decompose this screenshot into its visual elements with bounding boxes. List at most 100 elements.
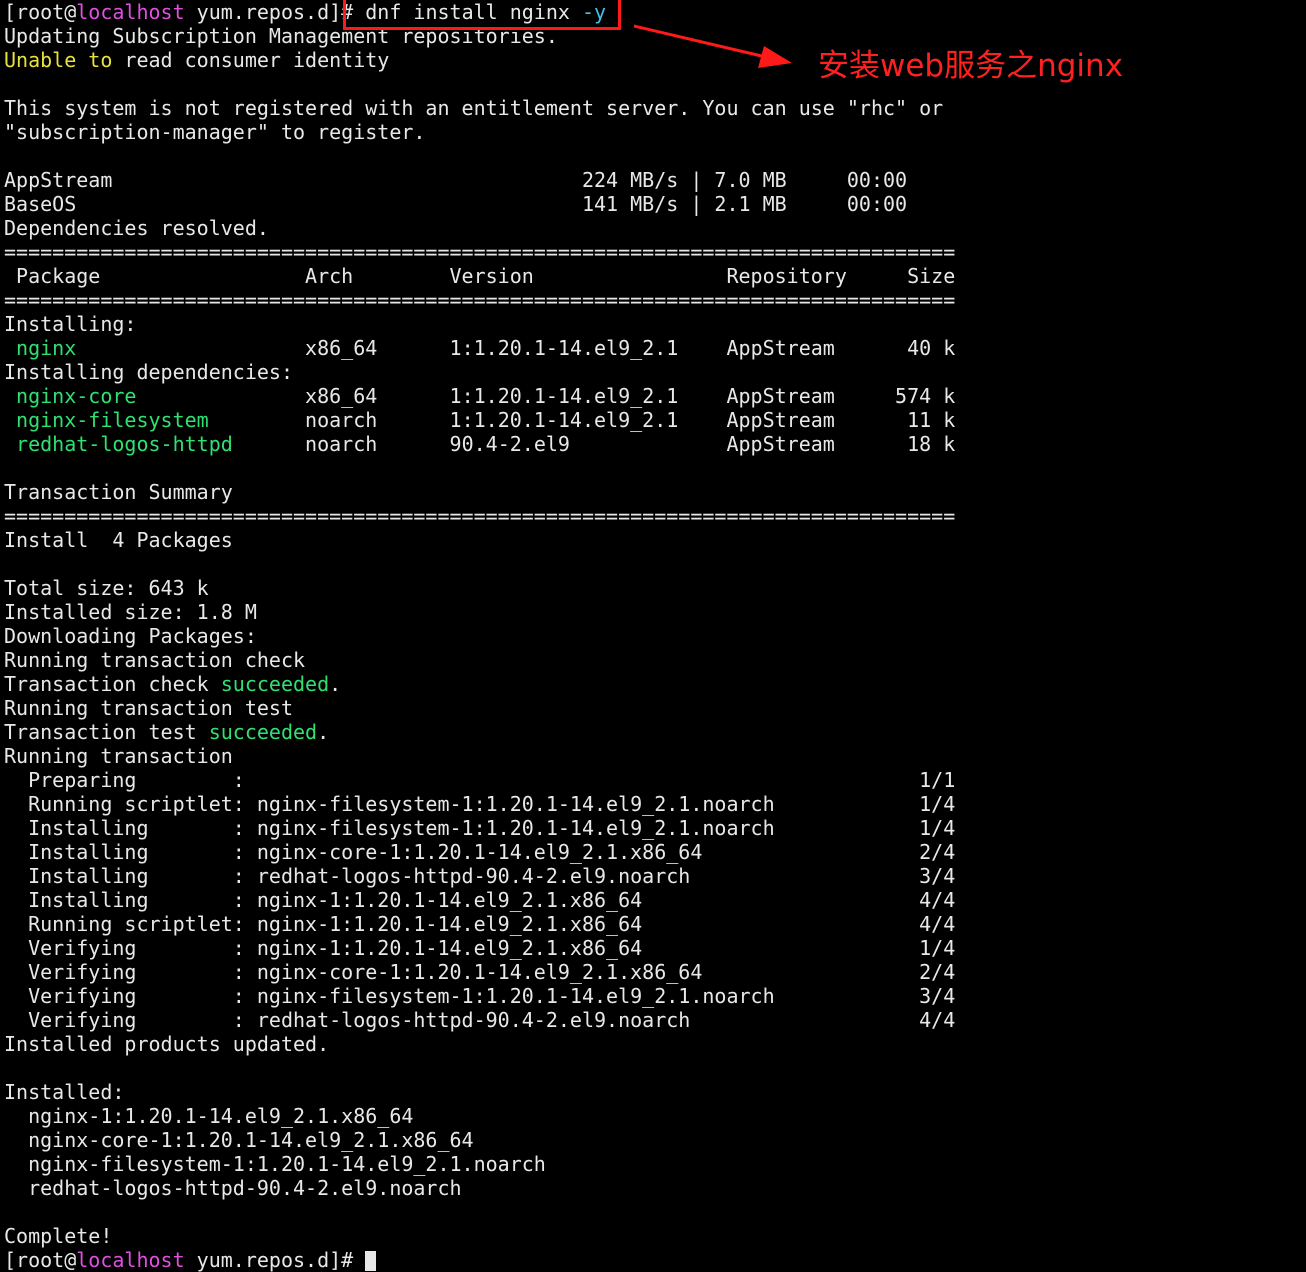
command-highlight-box	[343, 0, 621, 30]
terminal-line: Package Arch Version Repository Size	[4, 264, 955, 288]
terminal-text: Running transaction test	[4, 696, 293, 720]
terminal-text: nginx-filesystem-1:1.20.1-14.el9_2.1.noa…	[4, 1152, 546, 1176]
terminal-text: redhat-logos-httpd-90.4-2.el9.noarch	[4, 1176, 462, 1200]
terminal-line: Installing : nginx-core-1:1.20.1-14.el9_…	[4, 840, 955, 864]
terminal-text: ========================================…	[4, 288, 956, 312]
terminal-line: Verifying : nginx-filesystem-1:1.20.1-14…	[4, 984, 955, 1008]
terminal-line: Transaction test succeeded.	[4, 720, 955, 744]
terminal-text: localhost	[76, 0, 185, 24]
terminal-text: Verifying : nginx-1:1.20.1-14.el9_2.1.x8…	[4, 936, 956, 960]
terminal-text: Running transaction check	[4, 648, 306, 672]
terminal-text: Installing:	[4, 312, 137, 336]
terminal-line: Running scriptlet: nginx-1:1.20.1-14.el9…	[4, 912, 955, 936]
terminal-text: x86_64 1:1.20.1-14.el9_2.1 AppStream 574…	[136, 384, 956, 408]
terminal-text: "subscription-manager" to register.	[4, 120, 426, 144]
terminal-line: ========================================…	[4, 288, 955, 312]
terminal-text: noarch 90.4-2.el9 AppStream 18 k	[232, 432, 956, 456]
terminal-line: Downloading Packages:	[4, 624, 955, 648]
terminal-text: nginx	[16, 336, 77, 360]
terminal-text: Installed:	[4, 1080, 125, 1104]
terminal-text: nginx-core	[16, 384, 137, 408]
terminal-line: redhat-logos-httpd noarch 90.4-2.el9 App…	[4, 432, 955, 456]
terminal-text: Complete!	[4, 1224, 113, 1248]
terminal-text: Verifying : nginx-filesystem-1:1.20.1-14…	[4, 984, 956, 1008]
annotation-label: 安装web服务之nginx	[818, 48, 1124, 84]
terminal-text: .	[317, 720, 330, 744]
terminal-text: Installing : nginx-1:1.20.1-14.el9_2.1.x…	[4, 888, 956, 912]
terminal-text: Running transaction	[4, 744, 233, 768]
terminal-text: Verifying : nginx-core-1:1.20.1-14.el9_2…	[4, 960, 956, 984]
terminal-text: redhat-logos-httpd	[16, 432, 233, 456]
terminal-text: Downloading Packages:	[4, 624, 257, 648]
terminal-line: Running scriptlet: nginx-filesystem-1:1.…	[4, 792, 955, 816]
terminal-line: Transaction Summary	[4, 480, 955, 504]
terminal-text: Transaction Summary	[4, 480, 233, 504]
terminal-line: nginx-core-1:1.20.1-14.el9_2.1.x86_64	[4, 1128, 955, 1152]
terminal-text: Running scriptlet: nginx-1:1.20.1-14.el9…	[4, 912, 956, 936]
terminal-text: BaseOS 141 MB/s | 2.1 MB 00:00	[4, 192, 908, 216]
terminal-text: Installed products updated.	[4, 1032, 330, 1056]
terminal-line: Running transaction	[4, 744, 955, 768]
terminal-text: Install 4 Packages	[4, 528, 233, 552]
terminal-line: Verifying : redhat-logos-httpd-90.4-2.el…	[4, 1008, 955, 1032]
terminal-line: Installed products updated.	[4, 1032, 955, 1056]
terminal-text: [root@	[4, 1248, 77, 1272]
terminal-text: Total size: 643 k	[4, 576, 209, 600]
terminal-line: Preparing : 1/1	[4, 768, 955, 792]
terminal-line: [root@localhost yum.repos.d]#	[4, 1248, 955, 1272]
terminal-line: Installing dependencies:	[4, 360, 955, 384]
terminal-text: nginx-core-1:1.20.1-14.el9_2.1.x86_64	[4, 1128, 474, 1152]
terminal-line: Dependencies resolved.	[4, 216, 955, 240]
terminal-line: Complete!	[4, 1224, 955, 1248]
terminal-text: Verifying : redhat-logos-httpd-90.4-2.el…	[4, 1008, 956, 1032]
terminal-line: This system is not registered with an en…	[4, 96, 955, 120]
terminal-text: noarch 1:1.20.1-14.el9_2.1 AppStream 11 …	[208, 408, 956, 432]
terminal-line: nginx-filesystem noarch 1:1.20.1-14.el9_…	[4, 408, 955, 432]
terminal-text: yum.repos.d]#	[184, 1248, 366, 1272]
terminal-text: Installing : redhat-logos-httpd-90.4-2.e…	[4, 864, 956, 888]
terminal-line: "subscription-manager" to register.	[4, 120, 955, 144]
terminal-text: Running scriptlet: nginx-filesystem-1:1.…	[4, 792, 956, 816]
terminal-line: ========================================…	[4, 240, 955, 264]
terminal-line: Installing : nginx-1:1.20.1-14.el9_2.1.x…	[4, 888, 955, 912]
terminal-cursor	[365, 1251, 377, 1271]
terminal-line: Installing : redhat-logos-httpd-90.4-2.e…	[4, 864, 955, 888]
terminal-text: Transaction check	[4, 672, 221, 696]
terminal-text: x86_64 1:1.20.1-14.el9_2.1 AppStream 40 …	[76, 336, 956, 360]
terminal-text: Dependencies resolved.	[4, 216, 269, 240]
terminal-line: Total size: 643 k	[4, 576, 955, 600]
terminal-text: Unable to	[4, 48, 113, 72]
terminal-line: Running transaction test	[4, 696, 955, 720]
terminal-line: Install 4 Packages	[4, 528, 955, 552]
terminal-text: succeeded	[220, 672, 330, 696]
annotation-arrow-icon	[633, 24, 792, 68]
terminal-line: Verifying : nginx-1:1.20.1-14.el9_2.1.x8…	[4, 936, 955, 960]
terminal-line: Installed:	[4, 1080, 955, 1104]
terminal-text: [root@	[4, 0, 77, 24]
terminal-line: Installed size: 1.8 M	[4, 600, 955, 624]
terminal-line: nginx-1:1.20.1-14.el9_2.1.x86_64	[4, 1104, 955, 1128]
terminal-text: ========================================…	[4, 240, 956, 264]
terminal-text: read consumer identity	[112, 48, 390, 72]
terminal-text: Preparing : 1/1	[4, 768, 956, 792]
terminal-text: AppStream 224 MB/s | 7.0 MB 00:00	[4, 168, 908, 192]
terminal-text: Installing : nginx-core-1:1.20.1-14.el9_…	[4, 840, 956, 864]
terminal-line: AppStream 224 MB/s | 7.0 MB 00:00	[4, 168, 955, 192]
terminal-line: nginx-filesystem-1:1.20.1-14.el9_2.1.noa…	[4, 1152, 955, 1176]
terminal-line: BaseOS 141 MB/s | 2.1 MB 00:00	[4, 192, 955, 216]
terminal-output[interactable]: [root@localhost yum.repos.d]# dnf instal…	[4, 0, 955, 1272]
terminal-text: Transaction test	[4, 720, 209, 744]
terminal-line: redhat-logos-httpd-90.4-2.el9.noarch	[4, 1176, 955, 1200]
terminal-line: Verifying : nginx-core-1:1.20.1-14.el9_2…	[4, 960, 955, 984]
terminal-line: nginx x86_64 1:1.20.1-14.el9_2.1 AppStre…	[4, 336, 955, 360]
terminal-text: Installed size: 1.8 M	[4, 600, 257, 624]
